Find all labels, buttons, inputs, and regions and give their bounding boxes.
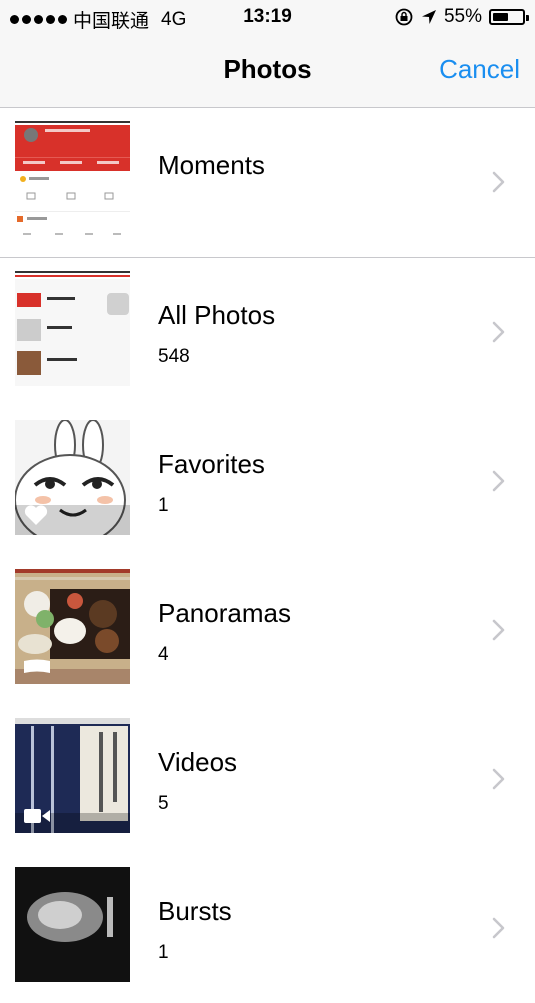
album-row-videos[interactable]: Videos 5 [0, 705, 535, 854]
chevron-right-icon [492, 470, 505, 492]
album-list: Moments All Photos 548 Favorites 1 Panor… [0, 108, 535, 1003]
chevron-right-icon [492, 917, 505, 939]
album-name: All Photos [158, 300, 276, 330]
album-thumbnail-bursts [15, 867, 130, 982]
album-count: 548 [158, 346, 190, 367]
album-count: 1 [158, 495, 169, 516]
album-thumbnail-panoramas [15, 569, 130, 684]
moments-thumbnail-image [15, 121, 130, 235]
panorama-icon [24, 659, 50, 673]
battery-percent: 55% [443, 6, 482, 27]
album-name: Panoramas [158, 598, 291, 628]
rotation-lock-icon [395, 8, 413, 26]
location-arrow-icon [421, 10, 436, 24]
video-camera-icon [24, 809, 50, 823]
album-name: Bursts [158, 896, 232, 926]
album-row-all-photos[interactable]: All Photos 548 [0, 258, 535, 407]
album-count: 5 [158, 793, 169, 814]
album-row-moments[interactable]: Moments [0, 108, 535, 258]
album-thumbnail-videos [15, 718, 130, 833]
album-count: 1 [158, 942, 169, 963]
album-row-bursts[interactable]: Bursts 1 [0, 854, 535, 1003]
chevron-right-icon [492, 768, 505, 790]
all-photos-thumbnail-image [15, 271, 130, 386]
chevron-right-icon [492, 619, 505, 641]
heart-icon [24, 505, 48, 525]
album-row-favorites[interactable]: Favorites 1 [0, 407, 535, 556]
battery-icon [489, 9, 529, 25]
album-name: Moments [158, 150, 265, 180]
album-thumbnail-all-photos [15, 271, 130, 386]
album-name: Videos [158, 747, 238, 777]
chevron-right-icon [492, 321, 505, 343]
bursts-thumbnail-image [15, 867, 130, 982]
album-count: 4 [158, 644, 169, 665]
cancel-button[interactable]: Cancel [439, 54, 520, 85]
album-row-panoramas[interactable]: Panoramas 4 [0, 556, 535, 705]
album-thumbnail-moments [15, 121, 130, 236]
album-thumbnail-favorites [15, 420, 130, 535]
album-name: Favorites [158, 449, 265, 479]
navigation-bar: Photos Cancel [0, 36, 535, 108]
chevron-right-icon [492, 171, 505, 193]
status-right: 55% [394, 6, 529, 28]
status-bar: 中国联通 4G 13:19 55% [0, 0, 535, 36]
